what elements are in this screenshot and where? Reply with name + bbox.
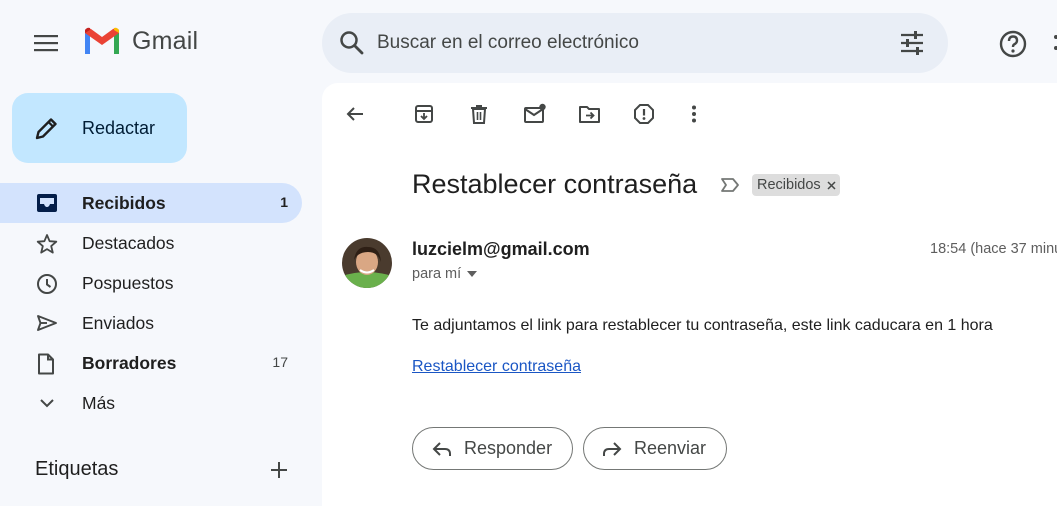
sidebar-item-label: Borradores: [82, 353, 177, 373]
app-name: Gmail: [132, 26, 199, 55]
forward-button[interactable]: Reenviar: [583, 427, 727, 470]
archive-icon[interactable]: [413, 103, 435, 125]
sidebar-item-inbox[interactable]: Recibidos 1: [0, 183, 302, 223]
sidebar-item-drafts[interactable]: Borradores 17: [0, 343, 302, 383]
send-icon: [36, 313, 58, 333]
plus-icon: [271, 462, 287, 478]
sidebar-item-label: Enviados: [82, 313, 154, 333]
recipient-details[interactable]: para mí: [412, 266, 478, 282]
caret-down-icon[interactable]: [467, 271, 478, 277]
reply-icon: [431, 440, 453, 458]
labels-heading: Etiquetas: [35, 458, 119, 480]
clock-icon: [36, 273, 58, 295]
sidebar-item-label: Recibidos: [82, 193, 166, 213]
gmail-logo[interactable]: Gmail: [82, 26, 198, 56]
hamburger-icon: [34, 35, 58, 52]
label-chip: Recibidos: [752, 174, 840, 196]
reply-label: Responder: [464, 438, 553, 458]
gear-icon: [1054, 35, 1057, 50]
star-icon: [36, 233, 58, 255]
search-bar[interactable]: Buscar en el correo electrónico: [322, 13, 948, 73]
important-marker-icon[interactable]: [720, 177, 740, 193]
help-icon: [999, 30, 1027, 58]
chevron-down-icon: [36, 393, 58, 413]
forward-icon: [601, 440, 623, 458]
report-spam-icon[interactable]: [633, 103, 655, 125]
trash-icon[interactable]: [468, 103, 490, 125]
search-options-icon[interactable]: [898, 30, 926, 56]
search-input[interactable]: Buscar en el correo electrónico: [377, 32, 639, 54]
sender-email: luzcielm@gmail.com: [412, 239, 590, 259]
sidebar-item-label: Más: [82, 393, 116, 413]
label-chip-text: Recibidos: [757, 177, 821, 193]
email-subject: Restablecer contraseña: [412, 169, 698, 199]
draft-icon: [36, 353, 56, 375]
sidebar-item-label: Pospuestos: [82, 273, 174, 293]
help-button[interactable]: [996, 28, 1030, 60]
compose-label: Redactar: [82, 118, 156, 138]
back-icon[interactable]: [344, 103, 366, 125]
unread-count: 1: [280, 194, 288, 210]
move-to-icon[interactable]: [578, 103, 602, 125]
message-panel: Restablecer contraseña Recibidos luzciel…: [322, 83, 1057, 506]
remove-label-icon[interactable]: [827, 180, 836, 190]
compose-button[interactable]: Redactar: [12, 93, 187, 163]
drafts-count: 17: [272, 354, 288, 370]
gmail-m-icon: [85, 27, 119, 54]
search-icon[interactable]: [338, 29, 366, 57]
more-options-icon[interactable]: [688, 103, 700, 125]
recipient-label: para mí: [412, 266, 462, 282]
main-menu-button[interactable]: [22, 22, 70, 64]
email-timestamp: 18:54 (hace 37 minu: [930, 241, 1057, 257]
mark-unread-icon[interactable]: [523, 103, 547, 125]
sidebar-item-snoozed[interactable]: Pospuestos: [0, 263, 302, 303]
email-body: Te adjuntamos el link para restablecer t…: [412, 317, 993, 334]
pencil-icon: [34, 115, 60, 141]
sidebar-item-more[interactable]: Más: [0, 383, 302, 423]
reset-password-link[interactable]: Restablecer contraseña: [412, 358, 581, 376]
sidebar-item-label: Destacados: [82, 233, 175, 253]
settings-button[interactable]: [1048, 28, 1057, 58]
inbox-icon: [36, 193, 58, 213]
avatar[interactable]: [342, 238, 392, 288]
add-label-button[interactable]: [268, 459, 290, 481]
sidebar-item-sent[interactable]: Enviados: [0, 303, 302, 343]
forward-label: Reenviar: [634, 438, 707, 458]
reply-button[interactable]: Responder: [412, 427, 573, 470]
sidebar-item-starred[interactable]: Destacados: [0, 223, 302, 263]
